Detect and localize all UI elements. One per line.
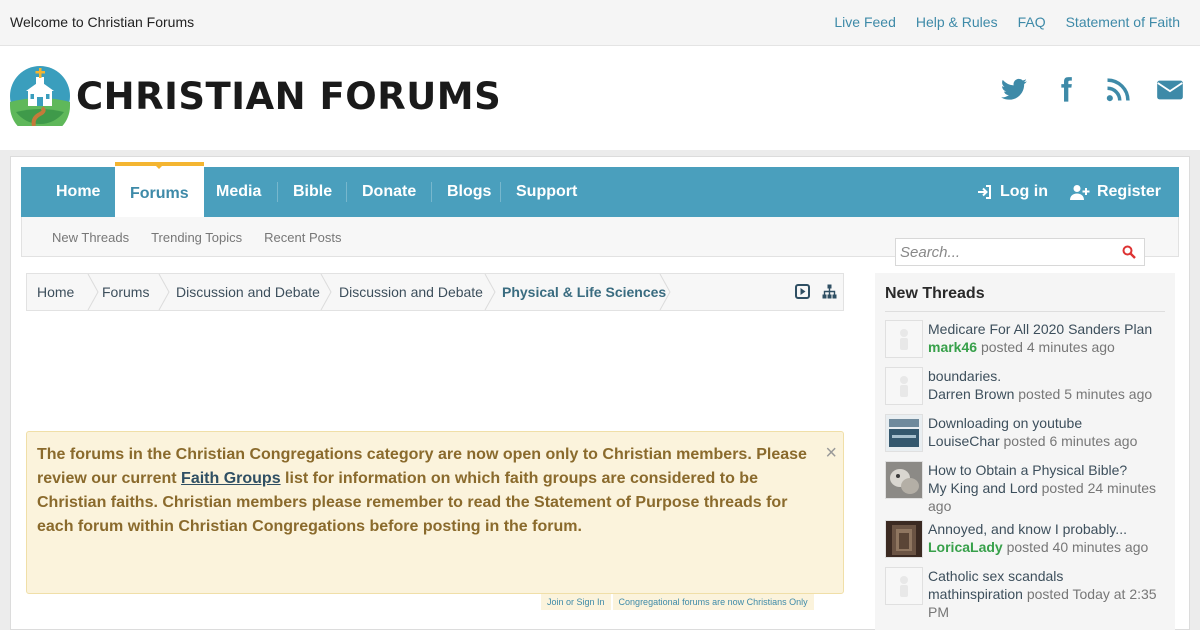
default-avatar-icon [900, 576, 908, 597]
tab-blogs[interactable]: Blogs [432, 167, 506, 217]
breadcrumb: Home Forums Discussion and Debate Discus… [26, 273, 844, 311]
breadcrumb-discussion-debate[interactable]: Discussion and Debate [176, 274, 320, 310]
church-logo-icon [10, 66, 70, 126]
thread-meta: mark46 posted 4 minutes ago [928, 339, 1115, 355]
join-sign-in-tag[interactable]: Join or Sign In [541, 594, 611, 610]
thread-meta: My King and Lord posted 24 minutes ago [928, 480, 1157, 514]
user-photo-avatar [886, 521, 922, 557]
account-links: Log in Register [977, 167, 1161, 217]
thread-user[interactable]: mathinspiration [928, 586, 1023, 602]
login-label: Log in [999, 183, 1048, 200]
avatar[interactable] [885, 414, 923, 452]
new-threads-sidebar: New Threads Medicare For All 2020 Sander… [875, 273, 1175, 630]
user-photo-avatar [886, 415, 922, 451]
rss-icon[interactable] [1104, 76, 1132, 104]
thread-meta: LouiseChar posted 6 minutes ago [928, 433, 1138, 449]
thread-user[interactable]: Darren Brown [928, 386, 1014, 402]
top-links: Live Feed Help & Rules FAQ Statement of … [834, 14, 1180, 30]
top-bar: Welcome to Christian Forums Live Feed He… [0, 0, 1200, 46]
breadcrumb-home[interactable]: Home [37, 274, 74, 310]
site-logo[interactable]: CHRISTIAN FORUMS [10, 66, 501, 126]
avatar[interactable] [885, 320, 923, 358]
tab-bible[interactable]: Bible [278, 167, 347, 217]
user-plus-icon [1069, 185, 1090, 200]
page-background: Home Forums Media Bible Donate Blogs Sup… [0, 150, 1200, 630]
user-photo-avatar [886, 462, 922, 498]
sitemap-icon[interactable] [822, 284, 837, 299]
thread-user[interactable]: My King and Lord [928, 480, 1038, 496]
thread-meta: LoricaLady posted 40 minutes ago [928, 539, 1149, 555]
tab-forums[interactable]: Forums [115, 162, 204, 217]
tab-home[interactable]: Home [41, 167, 115, 217]
page-content: Home Forums Media Bible Donate Blogs Sup… [10, 156, 1190, 630]
welcome-text: Welcome to Christian Forums [10, 14, 195, 30]
active-tab-caret [152, 162, 167, 169]
login-button[interactable]: Log in [977, 183, 1048, 201]
site-title: CHRISTIAN FORUMS [76, 74, 502, 118]
thread-meta: Darren Brown posted 5 minutes ago [928, 386, 1153, 402]
thread-title[interactable]: Downloading on youtube [928, 414, 1163, 432]
avatar[interactable] [885, 367, 923, 405]
avatar[interactable] [885, 567, 923, 605]
tab-donate[interactable]: Donate [347, 167, 431, 217]
sidebar-title: New Threads [885, 285, 985, 302]
tab-media[interactable]: Media [201, 167, 276, 217]
twitter-icon[interactable] [1000, 76, 1028, 104]
envelope-icon[interactable] [1156, 76, 1184, 104]
social-icons [1000, 76, 1184, 104]
thread-meta: mathinspiration posted Today at 2:35 PM [928, 586, 1157, 620]
statement-of-faith-link[interactable]: Statement of Faith [1066, 14, 1180, 30]
thread-user[interactable]: LouiseChar [928, 433, 1000, 449]
facebook-icon[interactable] [1052, 76, 1080, 104]
thread-user[interactable]: LoricaLady [928, 539, 1003, 555]
live-feed-link[interactable]: Live Feed [834, 14, 895, 30]
register-button[interactable]: Register [1069, 183, 1161, 201]
close-notice-button[interactable]: × [825, 442, 837, 465]
search-icon[interactable] [1122, 245, 1136, 259]
breadcrumb-current: Physical & Life Sciences [502, 284, 667, 300]
thread-title[interactable]: Annoyed, and know I probably... [928, 520, 1163, 538]
faq-link[interactable]: FAQ [1018, 14, 1046, 30]
tab-support[interactable]: Support [501, 167, 592, 217]
site-header: CHRISTIAN FORUMS [0, 46, 1200, 150]
default-avatar-icon [900, 329, 908, 350]
congregational-forums-tag[interactable]: Congregational forums are now Christians… [612, 594, 814, 610]
notice-text: The forums in the Christian Congregation… [37, 446, 807, 535]
recent-posts-link[interactable]: Recent Posts [264, 230, 341, 245]
new-threads-link[interactable]: New Threads [52, 230, 129, 245]
main-nav: Home Forums Media Bible Donate Blogs Sup… [21, 162, 1179, 217]
avatar[interactable] [885, 461, 923, 499]
sign-in-icon [977, 185, 991, 199]
faith-groups-link[interactable]: Faith Groups [181, 470, 281, 487]
thread-user[interactable]: mark46 [928, 339, 977, 355]
thread-title[interactable]: How to Obtain a Physical Bible? [928, 461, 1163, 479]
trending-topics-link[interactable]: Trending Topics [151, 230, 242, 245]
breadcrumb-forums[interactable]: Forums [102, 274, 149, 310]
search-box [895, 238, 1145, 266]
register-label: Register [1096, 183, 1161, 200]
thread-title[interactable]: boundaries. [928, 367, 1163, 385]
default-avatar-icon [900, 376, 908, 397]
breadcrumb-tools [795, 284, 837, 299]
search-input[interactable] [896, 239, 1116, 265]
thread-title[interactable]: Catholic sex scandals [928, 567, 1163, 585]
faith-groups-notice: The forums in the Christian Congregation… [26, 431, 844, 594]
breadcrumb-discussion-debate-sub[interactable]: Discussion and Debate [339, 274, 483, 310]
help-rules-link[interactable]: Help & Rules [916, 14, 998, 30]
thread-title[interactable]: Medicare For All 2020 Sanders Plan [928, 320, 1163, 338]
play-square-icon[interactable] [795, 284, 810, 299]
notice-tags: Join or Sign In Congregational forums ar… [541, 594, 814, 610]
avatar[interactable] [885, 520, 923, 558]
